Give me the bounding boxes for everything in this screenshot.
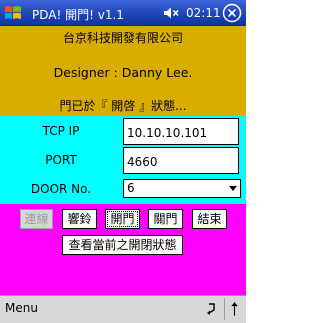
open-door-button[interactable]: 開門 [105,209,140,229]
title-bar: PDA! 開門! v1.1 02:11 [0,0,246,26]
close-icon[interactable] [222,3,242,23]
info-panel: 台京科技開發有限公司 Designer : Danny Lee. 門已於『 開啓… [0,26,246,116]
port-input[interactable] [123,147,239,174]
door-status-text: 門已於『 開啓 』狀態... [59,99,187,113]
connection-panel: TCP IP PORT DOOR No. 6 [0,116,246,204]
close-door-button[interactable]: 關門 [148,209,183,229]
chevron-down-icon[interactable] [229,186,237,191]
door-number-label: DOOR No. [30,182,92,196]
menu-button[interactable]: Menu [5,301,38,315]
clock[interactable]: 02:11 [186,6,221,20]
ip-label: TCP IP [42,124,80,138]
ip-input[interactable] [123,118,239,145]
connect-button[interactable]: 連線 [20,209,53,229]
port-label: PORT [45,153,77,167]
windows-start-icon[interactable] [3,3,23,23]
door-number-value: 6 [127,181,135,195]
door-number-select[interactable]: 6 [123,179,241,198]
pda-screen: PDA! 開門! v1.1 02:11 台京科技開發有限公司 Designer … [0,0,246,323]
designer-credit: Designer : Danny Lee. [53,65,193,80]
app-title: PDA! 開門! v1.1 [32,8,124,22]
button-panel: 連線 響鈴 開門 關門 結束 查看當前之開閉狀態 [0,204,246,295]
ring-bell-button[interactable]: 響鈴 [62,209,97,229]
sip-arrow-icon[interactable] [224,298,244,320]
menu-bar: Menu [0,295,246,323]
speaker-muted-icon[interactable] [163,6,181,20]
company-name: 台京科技開發有限公司 [62,31,183,45]
exit-button[interactable]: 結束 [192,209,227,229]
keyboard-icon[interactable] [205,302,219,316]
query-status-button[interactable]: 查看當前之開閉狀態 [62,235,183,255]
